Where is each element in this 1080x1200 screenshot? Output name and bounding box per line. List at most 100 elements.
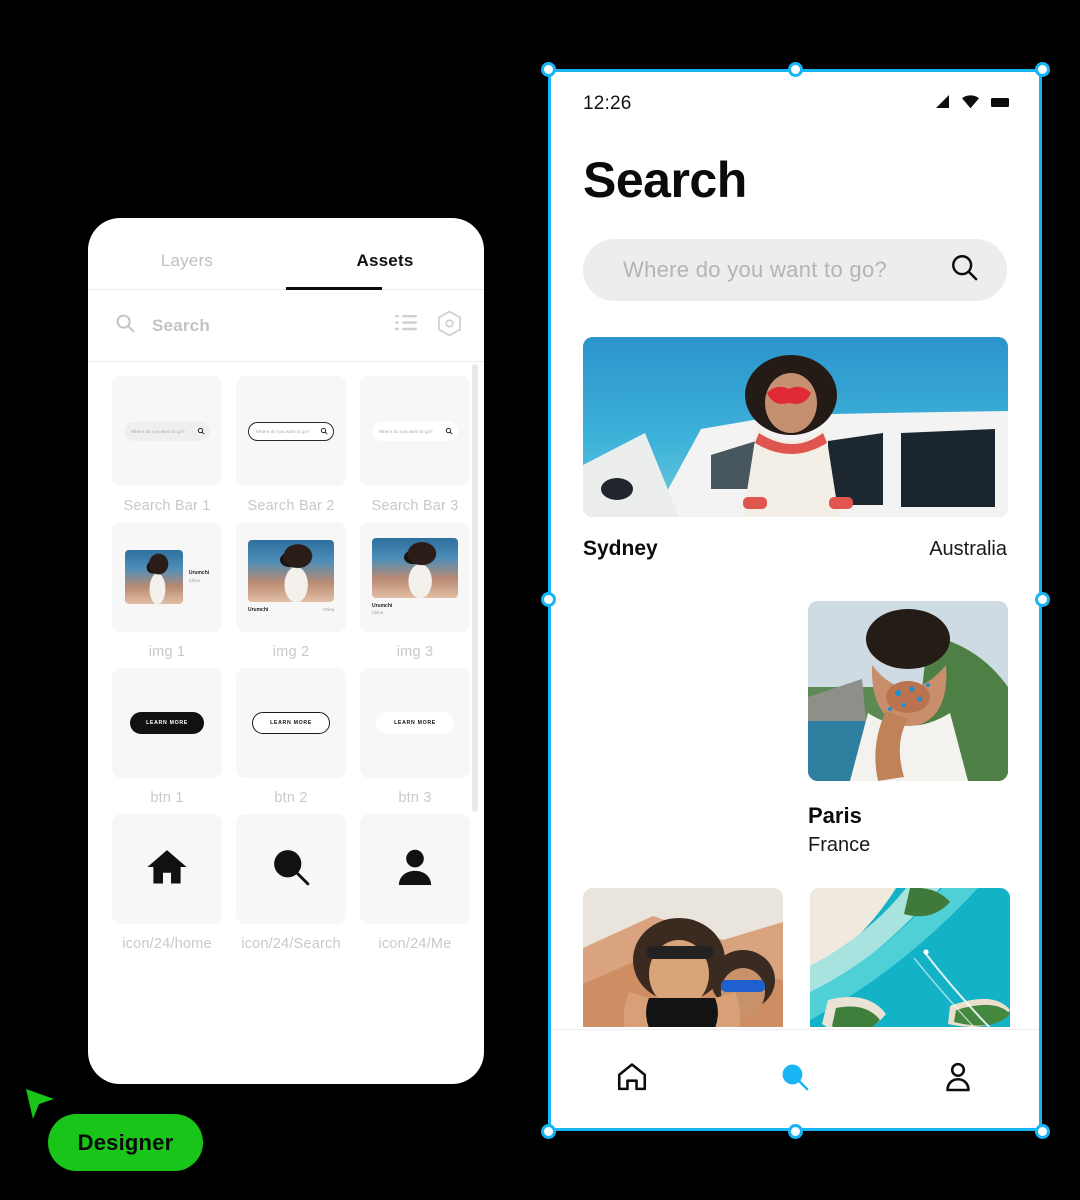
selection-handle-top-right[interactable] (1034, 61, 1050, 77)
tab-assets[interactable]: Assets (286, 251, 484, 289)
selection-border (548, 69, 1042, 1131)
mini-search-bar: Where do you want to go? (248, 421, 334, 441)
thumbnail-photo (248, 539, 334, 602)
learn-more-button[interactable]: LEARN MORE (252, 712, 330, 734)
asset-label: Search Bar 1 (123, 498, 211, 514)
learn-more-label: LEARN MORE (146, 720, 188, 726)
asset-label: img 2 (272, 644, 310, 660)
panel-toolbar (395, 310, 462, 342)
active-tab-indicator (286, 287, 382, 290)
selection-handle-middle-right[interactable] (1034, 591, 1050, 607)
asset-label: btn 2 (274, 790, 308, 806)
learn-more-label: LEARN MORE (394, 720, 436, 726)
asset-item[interactable]: Urumchi China img 2 (236, 522, 346, 660)
tab-assets-label: Assets (356, 251, 414, 270)
asset-label: img 1 (148, 644, 186, 660)
asset-thumb-img-2: Urumchi China (236, 522, 346, 632)
learn-more-button[interactable]: LEARN MORE (376, 712, 454, 734)
panel-search-row: Search (88, 290, 484, 362)
search-placeholder: Search (152, 315, 210, 335)
asset-thumb-search-bar-1: Where do you want to go? (112, 376, 222, 486)
mini-image-card: Urumchi China (121, 550, 213, 604)
designer-label-pill: Designer (48, 1114, 203, 1171)
mini-search-bar: Where do you want to go? (372, 421, 458, 441)
tab-layers[interactable]: Layers (88, 251, 286, 289)
asset-thumb-icon-me (360, 814, 470, 924)
selection-handle-top-left[interactable] (540, 61, 556, 77)
asset-item[interactable]: Urumchi China img 3 (360, 522, 470, 660)
card-subtitle: China (323, 606, 334, 612)
selection-handle-middle-left[interactable] (540, 591, 556, 607)
card-title: Urumchi (372, 602, 393, 609)
search-icon (320, 427, 328, 435)
search-icon (268, 844, 314, 895)
asset-row-image-cards: Urumchi China img 1 Urumchi China img 2 … (112, 522, 470, 660)
search-input[interactable]: Search (114, 312, 381, 339)
asset-row-search-bars: Where do you want to go? Search Bar 1 Wh… (112, 376, 470, 514)
component-hexagon-icon[interactable] (437, 310, 462, 342)
card-title: Urumchi (188, 570, 210, 577)
selection-handle-top-center[interactable] (787, 61, 803, 77)
asset-item[interactable]: Urumchi China img 1 (112, 522, 222, 660)
selection-handle-bottom-left[interactable] (540, 1123, 556, 1139)
asset-item[interactable]: LEARN MORE btn 2 (236, 668, 346, 806)
search-icon (114, 312, 136, 339)
asset-label: btn 3 (398, 790, 432, 806)
asset-thumb-img-3: Urumchi China (360, 522, 470, 632)
designer-label: Designer (77, 1129, 174, 1155)
card-subtitle: China (372, 610, 383, 616)
asset-thumb-btn-3: LEARN MORE (360, 668, 470, 778)
thumbnail-photo (124, 550, 183, 604)
asset-label: btn 1 (150, 790, 184, 806)
thumbnail-photo (372, 537, 458, 598)
selection-handle-bottom-center[interactable] (787, 1123, 803, 1139)
asset-item[interactable]: icon/24/Search (236, 814, 346, 952)
asset-thumb-search-bar-2: Where do you want to go? (236, 376, 346, 486)
asset-thumb-btn-2: LEARN MORE (236, 668, 346, 778)
list-view-icon[interactable] (395, 313, 419, 338)
person-icon (392, 844, 438, 895)
panel-tab-bar: Layers Assets (88, 218, 484, 290)
mini-search-bar: Where do you want to go? (124, 421, 210, 441)
search-icon (197, 427, 205, 435)
phone-artboard-selection[interactable]: 12:26 Search Where do you want to go? Sy… (540, 61, 1050, 1139)
tab-layers-label: Layers (160, 251, 214, 270)
asset-item[interactable]: Where do you want to go? Search Bar 3 (360, 376, 470, 514)
asset-label: icon/24/home (122, 936, 212, 952)
asset-label: icon/24/Me (378, 936, 452, 952)
asset-item[interactable]: LEARN MORE btn 1 (112, 668, 222, 806)
search-icon (445, 427, 453, 435)
panel-scrollbar[interactable] (472, 364, 478, 1064)
asset-label: icon/24/Search (241, 936, 341, 952)
mini-search-placeholder: Where do you want to go? (379, 428, 433, 434)
mini-search-placeholder: Where do you want to go? (131, 428, 185, 434)
asset-item[interactable]: Where do you want to go? Search Bar 1 (112, 376, 222, 514)
canvas: Layers Assets Search Where do you want t… (0, 0, 1080, 1200)
asset-thumb-icon-home (112, 814, 222, 924)
mini-image-card: Urumchi China (248, 539, 334, 615)
asset-thumb-btn-1: LEARN MORE (112, 668, 222, 778)
asset-label: img 3 (396, 644, 434, 660)
asset-thumb-search-bar-3: Where do you want to go? (360, 376, 470, 486)
asset-item[interactable]: icon/24/Me (360, 814, 470, 952)
assets-panel: Layers Assets Search Where do you want t… (88, 218, 484, 1084)
asset-item[interactable]: Where do you want to go? Search Bar 2 (236, 376, 346, 514)
panel-scrollbar-thumb[interactable] (472, 364, 478, 812)
asset-row-icons: icon/24/home icon/24/Search icon/24/Me (112, 814, 470, 952)
assets-grid-scroll-area[interactable]: Where do you want to go? Search Bar 1 Wh… (88, 362, 484, 1084)
home-icon (144, 844, 190, 895)
asset-label: Search Bar 3 (371, 498, 459, 514)
asset-item[interactable]: icon/24/home (112, 814, 222, 952)
asset-item[interactable]: LEARN MORE btn 3 (360, 668, 470, 806)
card-title: Urumchi (248, 606, 269, 613)
mini-image-card: Urumchi China (372, 537, 458, 617)
asset-label: Search Bar 2 (247, 498, 335, 514)
asset-row-buttons: LEARN MORE btn 1 LEARN MORE btn 2 LEARN … (112, 668, 470, 806)
selection-handle-bottom-right[interactable] (1034, 1123, 1050, 1139)
learn-more-button[interactable]: LEARN MORE (130, 712, 204, 734)
asset-thumb-icon-search (236, 814, 346, 924)
asset-thumb-img-1: Urumchi China (112, 522, 222, 632)
learn-more-label: LEARN MORE (270, 720, 312, 726)
card-subtitle: China (188, 577, 200, 583)
pointer-cursor-icon (24, 1088, 56, 1127)
